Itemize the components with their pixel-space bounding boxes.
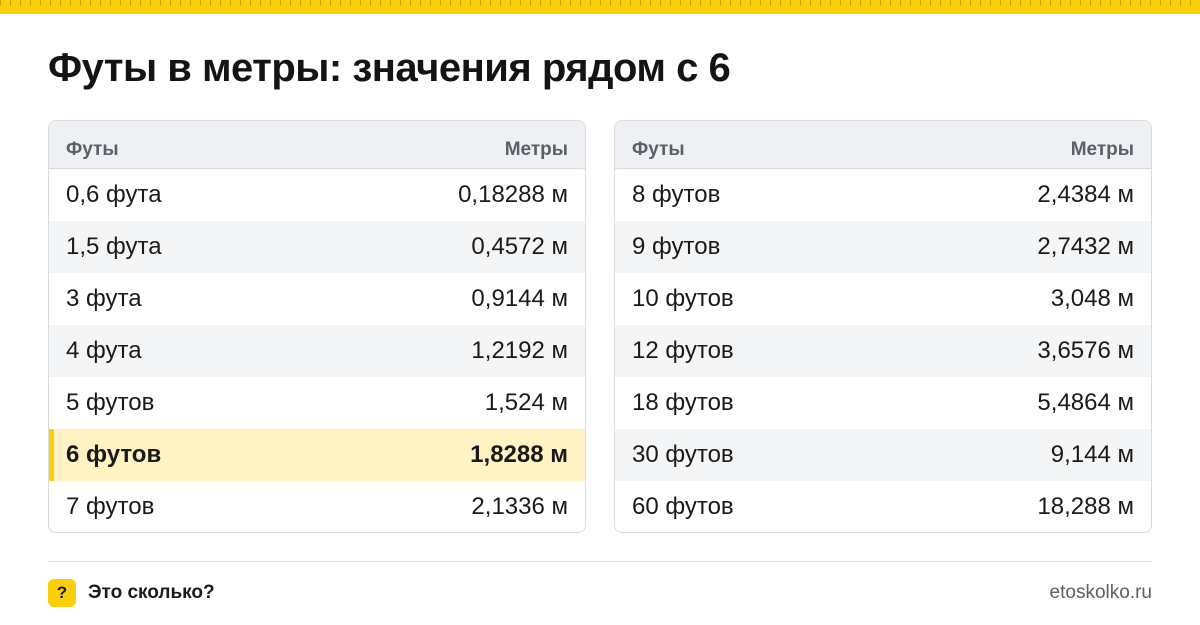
header-feet: Футы bbox=[66, 139, 119, 160]
header-meters: Метры bbox=[1070, 139, 1134, 160]
cell-feet: 6 футов bbox=[66, 441, 162, 468]
table-row: 9 футов 2,7432 м bbox=[615, 221, 1151, 273]
header-feet: Футы bbox=[632, 139, 685, 160]
table-row: 7 футов 2,1336 м bbox=[49, 481, 585, 532]
cell-meters: 9,144 м bbox=[1050, 441, 1134, 468]
site-url: etoskolko.ru bbox=[1049, 582, 1152, 603]
question-mark-icon: ? bbox=[48, 579, 76, 607]
table-header: Футы Метры bbox=[615, 121, 1151, 169]
cell-meters: 0,9144 м bbox=[471, 285, 568, 312]
cell-meters: 0,4572 м bbox=[471, 233, 568, 260]
cell-feet: 12 футов bbox=[632, 337, 734, 364]
cell-feet: 30 футов bbox=[632, 441, 734, 468]
header-meters: Метры bbox=[504, 139, 568, 160]
table-row: 4 фута 1,2192 м bbox=[49, 325, 585, 377]
cell-meters: 2,1336 м bbox=[471, 493, 568, 520]
table-row: 60 футов 18,288 м bbox=[615, 481, 1151, 532]
cell-feet: 9 футов bbox=[632, 233, 721, 260]
cell-meters: 5,4864 м bbox=[1037, 389, 1134, 416]
brand-name: Это сколько? bbox=[88, 582, 215, 603]
cell-feet: 10 футов bbox=[632, 285, 734, 312]
cell-feet: 18 футов bbox=[632, 389, 734, 416]
cell-meters: 1,2192 м bbox=[471, 337, 568, 364]
cell-meters: 3,6576 м bbox=[1037, 337, 1134, 364]
table-row: 5 футов 1,524 м bbox=[49, 377, 585, 429]
cell-feet: 5 футов bbox=[66, 389, 155, 416]
table-row-highlighted: 6 футов 1,8288 м bbox=[49, 429, 585, 481]
table-row: 18 футов 5,4864 м bbox=[615, 377, 1151, 429]
table-row: 8 футов 2,4384 м bbox=[615, 169, 1151, 221]
brand: ? Это сколько? bbox=[48, 579, 215, 607]
cell-meters: 0,18288 м bbox=[458, 181, 568, 208]
cell-feet: 4 фута bbox=[66, 337, 142, 364]
cell-feet: 0,6 фута bbox=[66, 181, 162, 208]
cell-meters: 1,524 м bbox=[484, 389, 568, 416]
conversion-table-right: Футы Метры 8 футов 2,4384 м 9 футов 2,74… bbox=[614, 120, 1152, 533]
table-row: 1,5 фута 0,4572 м bbox=[49, 221, 585, 273]
cell-meters: 3,048 м bbox=[1050, 285, 1134, 312]
table-row: 0,6 фута 0,18288 м bbox=[49, 169, 585, 221]
table-row: 30 футов 9,144 м bbox=[615, 429, 1151, 481]
cell-meters: 2,4384 м bbox=[1037, 181, 1134, 208]
cell-feet: 7 футов bbox=[66, 493, 155, 520]
cell-feet: 1,5 фута bbox=[66, 233, 162, 260]
ruler-strip bbox=[0, 0, 1200, 14]
table-header: Футы Метры bbox=[49, 121, 585, 169]
cell-feet: 8 футов bbox=[632, 181, 721, 208]
cell-meters: 18,288 м bbox=[1037, 493, 1134, 520]
table-row: 10 футов 3,048 м bbox=[615, 273, 1151, 325]
page-title: Футы в метры: значения рядом с 6 bbox=[48, 46, 731, 90]
cell-feet: 60 футов bbox=[632, 493, 734, 520]
cell-feet: 3 фута bbox=[66, 285, 142, 312]
cell-meters: 2,7432 м bbox=[1037, 233, 1134, 260]
cell-meters: 1,8288 м bbox=[470, 441, 568, 468]
table-row: 3 фута 0,9144 м bbox=[49, 273, 585, 325]
table-row: 12 футов 3,6576 м bbox=[615, 325, 1151, 377]
conversion-table-left: Футы Метры 0,6 фута 0,18288 м 1,5 фута 0… bbox=[48, 120, 586, 533]
footer-divider bbox=[48, 561, 1152, 562]
